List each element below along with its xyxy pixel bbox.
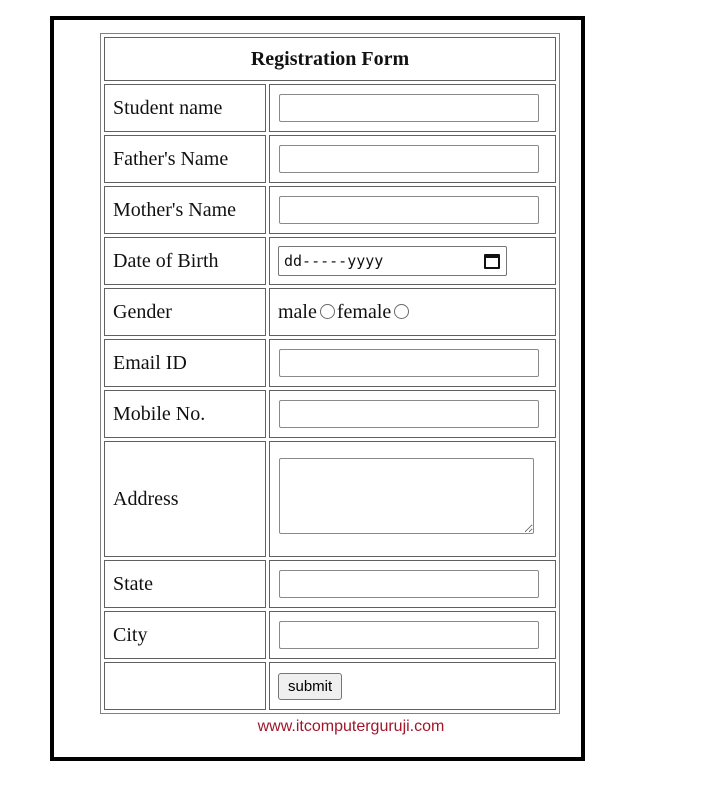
mothers-name-input[interactable] xyxy=(279,196,539,224)
email-input[interactable] xyxy=(279,349,539,377)
email-label: Email ID xyxy=(104,339,266,387)
city-label: City xyxy=(104,611,266,659)
student-name-input[interactable] xyxy=(279,94,539,122)
page-frame: Registration Form Student name Father's … xyxy=(50,16,585,761)
gender-male-label: male xyxy=(278,300,317,323)
gender-label: Gender xyxy=(104,288,266,336)
state-label: State xyxy=(104,560,266,608)
submit-button[interactable]: submit xyxy=(278,672,343,700)
mobile-cell xyxy=(269,390,556,438)
submit-cell: submit xyxy=(269,662,556,710)
calendar-icon[interactable] xyxy=(484,253,500,269)
fathers-name-input[interactable] xyxy=(279,145,539,173)
dob-cell: dd-----yyyy xyxy=(269,237,556,285)
email-cell xyxy=(269,339,556,387)
address-label: Address xyxy=(104,441,266,557)
dob-date-input[interactable]: dd-----yyyy xyxy=(278,246,507,276)
address-textarea[interactable] xyxy=(279,458,534,534)
mothers-name-label: Mother's Name xyxy=(104,186,266,234)
gender-male-radio[interactable] xyxy=(319,303,335,319)
gender-female-radio[interactable] xyxy=(394,303,410,319)
gender-female-label: female xyxy=(336,300,392,323)
registration-form-table: Registration Form Student name Father's … xyxy=(100,33,560,714)
student-name-cell xyxy=(269,84,556,132)
city-cell xyxy=(269,611,556,659)
state-input[interactable] xyxy=(279,570,539,598)
fathers-name-label: Father's Name xyxy=(104,135,266,183)
dob-label: Date of Birth xyxy=(104,237,266,285)
footer-url: www.itcomputerguruji.com xyxy=(257,718,445,735)
state-cell xyxy=(269,560,556,608)
mobile-input[interactable] xyxy=(279,400,539,428)
dob-placeholder: dd-----yyyy xyxy=(284,252,384,270)
mobile-label: Mobile No. xyxy=(104,390,266,438)
city-input[interactable] xyxy=(279,621,539,649)
student-name-label: Student name xyxy=(104,84,266,132)
empty-label-cell xyxy=(104,662,266,710)
fathers-name-cell xyxy=(269,135,556,183)
gender-cell: male female xyxy=(269,288,556,336)
address-cell xyxy=(269,441,556,557)
form-title: Registration Form xyxy=(104,37,556,81)
mothers-name-cell xyxy=(269,186,556,234)
